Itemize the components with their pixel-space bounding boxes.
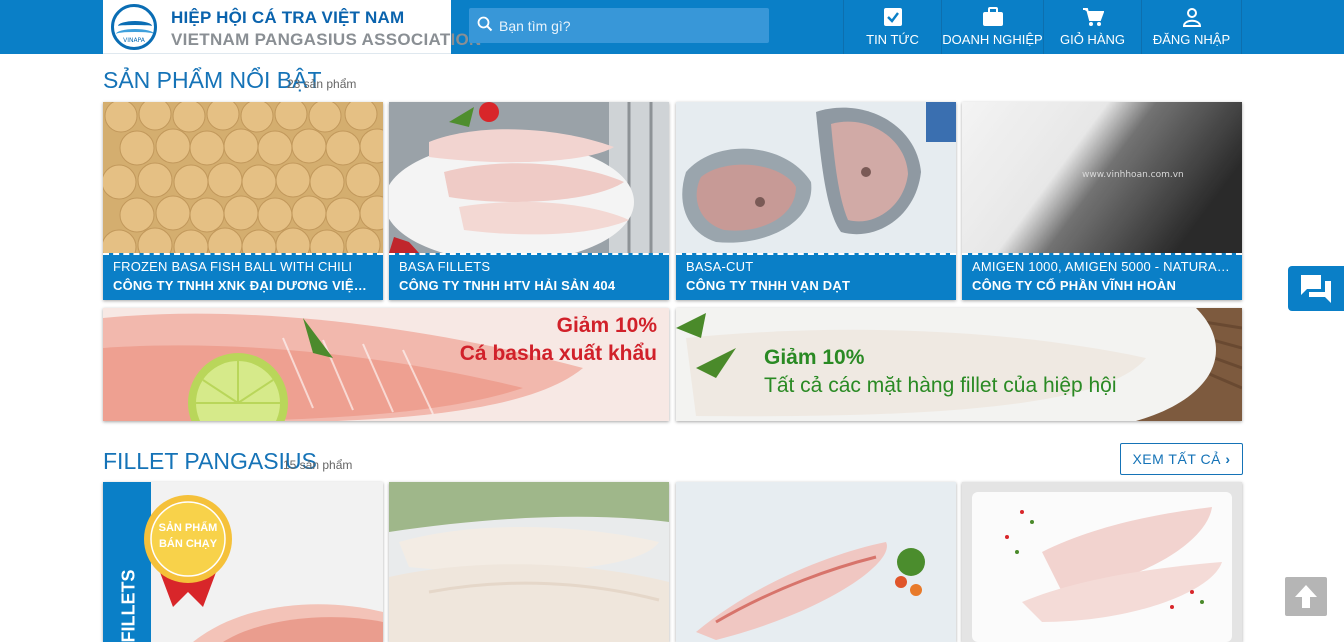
product-name: FROZEN BASA FISH BALL WITH CHILI <box>113 259 373 274</box>
back-to-top-button[interactable] <box>1285 577 1327 616</box>
product-card[interactable]: BASA-CUT CÔNG TY TNHH VẠN DẠT <box>676 102 956 300</box>
product-card[interactable]: www.vinhhoan.com.vn AMIGEN 1000, AMIGEN … <box>962 102 1242 300</box>
nav-cart[interactable]: GIỎ HÀNG <box>1043 0 1141 54</box>
promo-banner-export-basa[interactable]: Giảm 10% Cá basha xuất khẩu <box>103 308 669 421</box>
promo-description-text: Tất cả các mặt hàng fillet của hiệp hội <box>764 374 1117 398</box>
bestseller-badge-line1: SẢN PHẨM <box>158 522 218 534</box>
arrow-up-icon <box>1285 577 1327 616</box>
nav-news-label: TIN TỨC <box>844 32 941 47</box>
promo-banner-fillet[interactable]: Giảm 10% Tất cả các mặt hàng fillet của … <box>676 308 1242 421</box>
featured-product-count: 23 sản phẩm <box>287 77 356 91</box>
promo-discount-text: Giảm 10% <box>764 346 864 370</box>
product-caption: BASA-CUT CÔNG TY TNHH VẠN DẠT <box>676 253 956 300</box>
product-card[interactable]: BASA FILLETS CÔNG TY TNHH HTV HẢI SẢN 40… <box>389 102 669 300</box>
logo-subtitle: VIETNAM PANGASIUS ASSOCIATION <box>171 30 482 50</box>
promo-discount-text: Giảm 10% <box>557 314 657 338</box>
product-image-basa-fillets[interactable] <box>389 102 669 253</box>
product-image-fish-balls[interactable] <box>103 102 383 253</box>
company-name: CÔNG TY TNHH HTV HẢI SẢN 404 <box>399 278 659 293</box>
checkbox-icon <box>883 7 903 27</box>
image-watermark: www.vinhhoan.com.vn <box>1082 170 1184 180</box>
product-card[interactable] <box>676 482 956 642</box>
nav-login-label: ĐĂNG NHẬP <box>1142 32 1241 47</box>
nav-business-label: DOANH NGHIỆP <box>942 32 1043 47</box>
search-box <box>469 8 769 43</box>
bestseller-badge-line2: BÁN CHẠY <box>158 538 218 550</box>
view-all-button[interactable]: XEM TẤT CẢ › <box>1120 443 1243 475</box>
product-name: BASA FILLETS <box>399 259 659 274</box>
chat-icon <box>1299 273 1333 305</box>
nav-cart-label: GIỎ HÀNG <box>1044 32 1141 47</box>
user-icon <box>1182 7 1202 27</box>
chat-button[interactable] <box>1288 266 1344 311</box>
product-image-fillet-2[interactable] <box>389 482 669 642</box>
product-card[interactable] <box>389 482 669 642</box>
product-card[interactable]: FROZEN BASA FISH BALL WITH CHILI CÔNG TY… <box>103 102 383 300</box>
company-name: CÔNG TY TNHH XNK ĐẠI DƯƠNG VIỆT NAM <box>113 278 373 293</box>
nav-login[interactable]: ĐĂNG NHẬP <box>1141 0 1242 54</box>
logo-emblem-icon: VINAPA <box>111 4 157 50</box>
product-caption: FROZEN BASA FISH BALL WITH CHILI CÔNG TY… <box>103 253 383 300</box>
view-all-label: XEM TẤT CẢ <box>1132 451 1221 467</box>
product-name: AMIGEN 1000, AMIGEN 5000 - NATURAL COLLA… <box>972 259 1232 274</box>
company-name: CÔNG TY CỔ PHẦN VĨNH HOÀN <box>972 278 1232 293</box>
product-image-amigen[interactable]: www.vinhhoan.com.vn <box>962 102 1242 253</box>
fillet-product-count: 15 sản phẩm <box>283 458 352 472</box>
product-image-basa-cut[interactable] <box>676 102 956 253</box>
cart-icon <box>1082 7 1104 27</box>
company-name: CÔNG TY TNHH VẠN DẠT <box>686 278 946 293</box>
search-icon <box>477 16 493 32</box>
product-card[interactable] <box>962 482 1242 642</box>
nav-news[interactable]: TIN TỨC <box>843 0 941 54</box>
nav-business[interactable]: DOANH NGHIỆP <box>941 0 1043 54</box>
logo-emblem-text: VINAPA <box>114 37 154 44</box>
search-input[interactable] <box>499 8 759 43</box>
product-caption: AMIGEN 1000, AMIGEN 5000 - NATURAL COLLA… <box>962 253 1242 300</box>
product-caption: BASA FILLETS CÔNG TY TNHH HTV HẢI SẢN 40… <box>389 253 669 300</box>
product-image-fillets-bestseller[interactable]: SẢN PHẨM BÁN CHẠY FILLETS <box>103 482 383 642</box>
category-side-text: FILLETS <box>119 583 140 642</box>
briefcase-icon <box>982 7 1004 27</box>
product-image-fillet-4[interactable] <box>962 482 1242 642</box>
site-logo[interactable]: VINAPA HIỆP HỘI CÁ TRA VIỆT NAM VIETNAM … <box>103 0 451 54</box>
top-navigation-bar: VINAPA HIỆP HỘI CÁ TRA VIỆT NAM VIETNAM … <box>0 0 1344 54</box>
chevron-right-icon: › <box>1225 451 1230 467</box>
product-card[interactable]: SẢN PHẨM BÁN CHẠY FILLETS <box>103 482 383 642</box>
product-name: BASA-CUT <box>686 259 946 274</box>
product-image-fillet-3[interactable] <box>676 482 956 642</box>
promo-description-text: Cá basha xuất khẩu <box>460 342 657 366</box>
logo-title: HIỆP HỘI CÁ TRA VIỆT NAM <box>171 8 404 28</box>
